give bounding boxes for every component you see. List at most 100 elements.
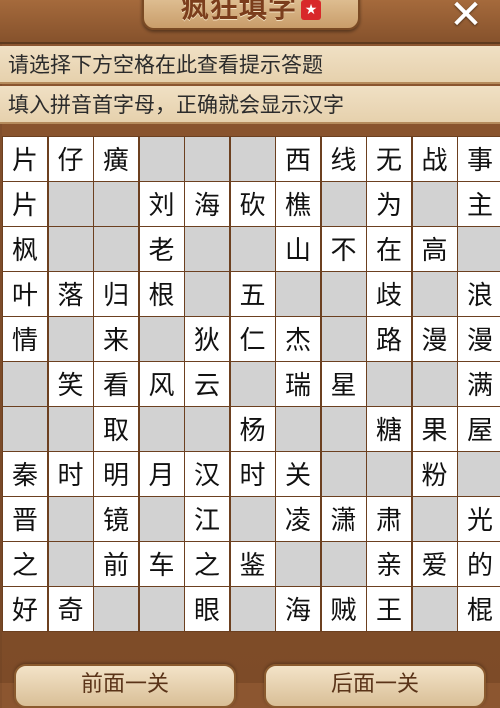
grid-cell-char[interactable]: 叶 — [3, 272, 47, 316]
grid-cell-char[interactable]: 仁 — [230, 317, 275, 361]
grid-cell-empty[interactable] — [139, 497, 184, 541]
grid-cell-empty[interactable] — [412, 182, 457, 226]
grid-cell-char[interactable]: 枫 — [3, 227, 47, 271]
grid-cell-char[interactable]: 光 — [458, 497, 500, 541]
grid-cell-empty[interactable] — [139, 587, 184, 631]
grid-cell-char[interactable]: 满 — [458, 362, 500, 406]
grid-cell-empty[interactable] — [3, 407, 47, 451]
grid-cell-char[interactable]: 粉 — [412, 452, 457, 496]
grid-cell-char[interactable]: 片 — [3, 137, 47, 181]
grid-cell-char[interactable]: 好 — [3, 587, 47, 631]
grid-cell-char[interactable]: 歧 — [367, 272, 411, 316]
grid-cell-char[interactable]: 漫 — [458, 317, 500, 361]
grid-cell-char[interactable]: 浪 — [458, 272, 500, 316]
grid-cell-char[interactable]: 海 — [185, 182, 229, 226]
grid-cell-empty[interactable] — [3, 362, 47, 406]
grid-cell-char[interactable]: 时 — [230, 452, 275, 496]
grid-cell-char[interactable]: 潇 — [321, 497, 366, 541]
grid-cell-char[interactable]: 明 — [94, 452, 138, 496]
grid-cell-char[interactable]: 来 — [94, 317, 138, 361]
grid-cell-char[interactable]: 月 — [139, 452, 184, 496]
grid-cell-char[interactable]: 凌 — [276, 497, 320, 541]
grid-cell-char[interactable]: 取 — [94, 407, 138, 451]
grid-cell-char[interactable]: 肃 — [367, 497, 411, 541]
grid-cell-char[interactable]: 风 — [139, 362, 184, 406]
grid-cell-empty[interactable] — [185, 227, 229, 271]
grid-cell-empty[interactable] — [230, 497, 275, 541]
grid-cell-char[interactable]: 情 — [3, 317, 47, 361]
grid-cell-char[interactable]: 狄 — [185, 317, 229, 361]
grid-cell-empty[interactable] — [276, 542, 320, 586]
grid-cell-char[interactable]: 山 — [276, 227, 320, 271]
grid-cell-char[interactable]: 汉 — [185, 452, 229, 496]
grid-cell-empty[interactable] — [139, 137, 184, 181]
grid-cell-empty[interactable] — [48, 317, 93, 361]
grid-cell-char[interactable]: 王 — [367, 587, 411, 631]
grid-cell-empty[interactable] — [367, 452, 411, 496]
grid-cell-empty[interactable] — [458, 227, 500, 271]
grid-cell-empty[interactable] — [48, 497, 93, 541]
grid-cell-empty[interactable] — [230, 227, 275, 271]
grid-cell-char[interactable]: 的 — [458, 542, 500, 586]
grid-cell-char[interactable]: 西 — [276, 137, 320, 181]
grid-cell-char[interactable]: 棍 — [458, 587, 500, 631]
grid-cell-empty[interactable] — [321, 542, 366, 586]
grid-cell-empty[interactable] — [185, 272, 229, 316]
next-level-button[interactable]: 后面一关 — [264, 664, 486, 708]
grid-cell-char[interactable]: 前 — [94, 542, 138, 586]
grid-cell-char[interactable]: 眼 — [185, 587, 229, 631]
grid-cell-empty[interactable] — [94, 182, 138, 226]
grid-cell-char[interactable]: 星 — [321, 362, 366, 406]
grid-cell-char[interactable]: 鉴 — [230, 542, 275, 586]
grid-cell-char[interactable]: 杨 — [230, 407, 275, 451]
grid-cell-char[interactable]: 高 — [412, 227, 457, 271]
grid-cell-empty[interactable] — [367, 362, 411, 406]
grid-cell-char[interactable]: 五 — [230, 272, 275, 316]
grid-cell-empty[interactable] — [412, 587, 457, 631]
grid-cell-empty[interactable] — [412, 497, 457, 541]
grid-cell-char[interactable]: 砍 — [230, 182, 275, 226]
grid-cell-char[interactable]: 屋 — [458, 407, 500, 451]
grid-cell-char[interactable]: 片 — [3, 182, 47, 226]
grid-cell-char[interactable]: 刘 — [139, 182, 184, 226]
grid-cell-empty[interactable] — [48, 407, 93, 451]
grid-cell-char[interactable]: 主 — [458, 182, 500, 226]
grid-cell-empty[interactable] — [458, 452, 500, 496]
grid-cell-char[interactable]: 之 — [3, 542, 47, 586]
grid-cell-char[interactable]: 事 — [458, 137, 500, 181]
grid-cell-empty[interactable] — [94, 587, 138, 631]
grid-cell-char[interactable]: 云 — [185, 362, 229, 406]
grid-cell-char[interactable]: 之 — [185, 542, 229, 586]
grid-cell-char[interactable]: 海 — [276, 587, 320, 631]
grid-cell-char[interactable]: 不 — [321, 227, 366, 271]
grid-cell-char[interactable]: 关 — [276, 452, 320, 496]
grid-cell-empty[interactable] — [276, 407, 320, 451]
grid-cell-empty[interactable] — [94, 227, 138, 271]
grid-cell-char[interactable]: 无 — [367, 137, 411, 181]
grid-cell-empty[interactable] — [230, 587, 275, 631]
grid-cell-empty[interactable] — [276, 272, 320, 316]
grid-cell-empty[interactable] — [321, 407, 366, 451]
grid-cell-char[interactable]: 路 — [367, 317, 411, 361]
grid-cell-char[interactable]: 看 — [94, 362, 138, 406]
grid-cell-char[interactable]: 樵 — [276, 182, 320, 226]
grid-cell-empty[interactable] — [230, 362, 275, 406]
grid-cell-empty[interactable] — [48, 227, 93, 271]
grid-cell-char[interactable]: 仔 — [48, 137, 93, 181]
grid-cell-char[interactable]: 老 — [139, 227, 184, 271]
grid-cell-char[interactable]: 癀 — [94, 137, 138, 181]
grid-cell-empty[interactable] — [321, 272, 366, 316]
grid-cell-char[interactable]: 战 — [412, 137, 457, 181]
grid-cell-empty[interactable] — [230, 137, 275, 181]
grid-cell-empty[interactable] — [321, 182, 366, 226]
grid-cell-empty[interactable] — [48, 542, 93, 586]
grid-cell-char[interactable]: 在 — [367, 227, 411, 271]
grid-cell-char[interactable]: 归 — [94, 272, 138, 316]
grid-cell-char[interactable]: 笑 — [48, 362, 93, 406]
grid-cell-empty[interactable] — [185, 137, 229, 181]
grid-cell-char[interactable]: 果 — [412, 407, 457, 451]
grid-cell-char[interactable]: 杰 — [276, 317, 320, 361]
close-button[interactable]: ✕ — [446, 0, 486, 35]
grid-cell-empty[interactable] — [139, 407, 184, 451]
grid-cell-empty[interactable] — [321, 317, 366, 361]
